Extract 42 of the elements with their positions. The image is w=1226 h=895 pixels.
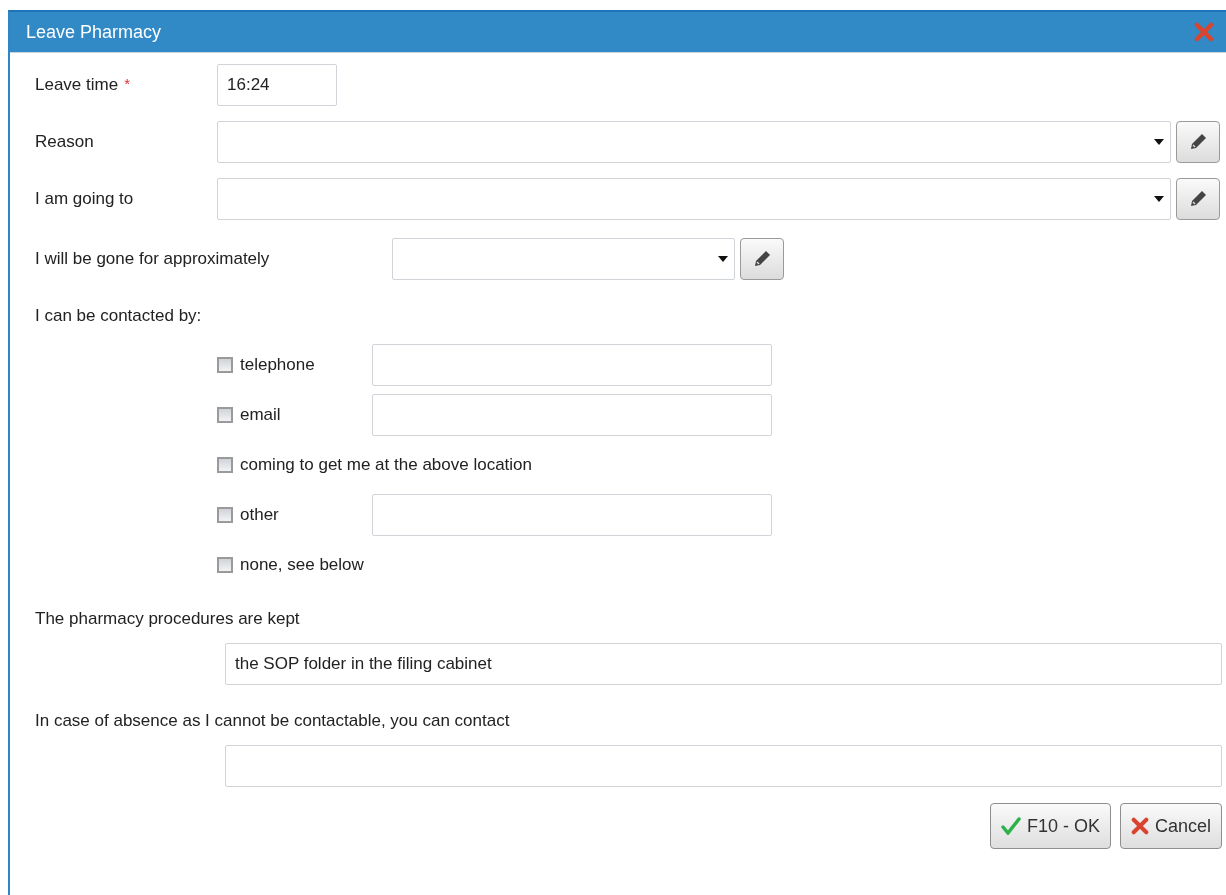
field-label: I am going to [35, 189, 135, 209]
edit-button[interactable] [1176, 178, 1220, 220]
option-label: email [240, 405, 282, 425]
dropdown[interactable] [392, 238, 735, 280]
check-icon [1000, 817, 1021, 835]
option-label: telephone [240, 355, 316, 375]
field-label: I will be gone for approximately [35, 249, 271, 269]
close-icon [1194, 22, 1214, 42]
dropdown[interactable] [217, 178, 1171, 220]
option-label: none, see below [240, 555, 364, 575]
edit-button[interactable] [740, 238, 784, 280]
checkbox[interactable] [217, 407, 233, 423]
section-label: In case of absence as I cannot be contactable, you can contact [35, 711, 510, 731]
checkbox[interactable] [217, 457, 233, 473]
cancel-button[interactable]: Cancel [1119, 803, 1222, 849]
required-mark: * [124, 75, 130, 92]
pencil-icon [1188, 189, 1208, 209]
edit-button[interactable] [1176, 121, 1220, 163]
input-field[interactable] [225, 745, 1222, 787]
close-icon [1130, 817, 1149, 835]
input-field[interactable]: the SOP folder in the filing cabinet [225, 643, 1222, 685]
pencil-icon [752, 249, 772, 269]
pencil-icon [1188, 132, 1208, 152]
dropdown[interactable] [217, 121, 1171, 163]
checkbox[interactable] [217, 507, 233, 523]
field-label: Leave time [35, 75, 119, 95]
option-label: other [240, 505, 280, 525]
option-label: coming to get me at the above location [240, 455, 532, 475]
time-field[interactable]: 16:24 [217, 64, 337, 106]
input-field[interactable] [372, 494, 772, 536]
ok-button[interactable]: F10 - OK [989, 803, 1111, 849]
input-field[interactable] [372, 344, 772, 386]
section-label: The pharmacy procedures are kept [35, 609, 300, 629]
input-field[interactable] [372, 394, 772, 436]
caret-icon [1154, 139, 1164, 145]
field-label: Reason [35, 132, 95, 152]
checkbox[interactable] [217, 557, 233, 573]
section-label: I can be contacted by: [35, 306, 202, 326]
caret-icon [1154, 196, 1164, 202]
caret-icon [718, 256, 728, 262]
checkbox[interactable] [217, 357, 233, 373]
dialog-title: Leave Pharmacy [26, 21, 162, 43]
